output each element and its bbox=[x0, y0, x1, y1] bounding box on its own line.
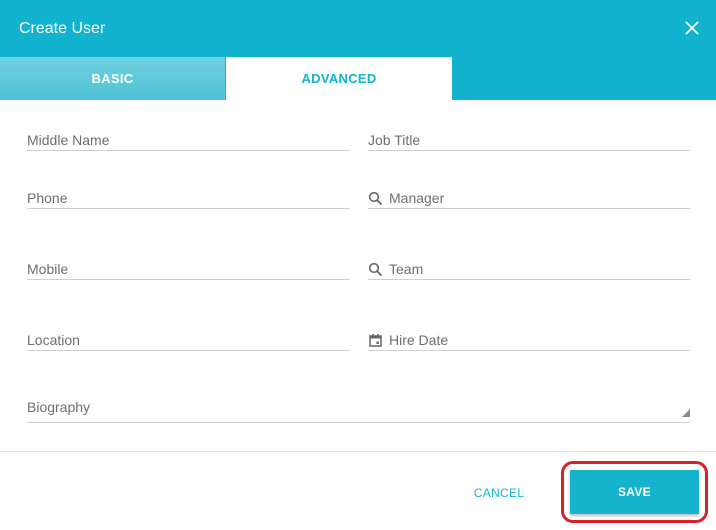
footer-divider bbox=[0, 451, 716, 452]
cancel-button[interactable]: CANCEL bbox=[463, 481, 535, 505]
save-button[interactable]: SAVE bbox=[570, 470, 699, 514]
tab-advanced-label: ADVANCED bbox=[301, 71, 377, 86]
team-label: Team bbox=[389, 261, 424, 277]
hire-date-field[interactable]: Hire Date bbox=[368, 331, 690, 351]
mobile-label: Mobile bbox=[27, 261, 69, 277]
manager-field[interactable]: Manager bbox=[368, 189, 690, 209]
tab-basic[interactable]: BASIC bbox=[0, 57, 225, 100]
biography-textarea[interactable]: Biography bbox=[27, 398, 690, 423]
dialog-header: Create User BASIC ADVANCED bbox=[0, 0, 716, 100]
calendar-icon bbox=[369, 334, 382, 347]
close-icon bbox=[685, 21, 699, 35]
team-field[interactable]: Team bbox=[368, 260, 690, 280]
job-title-label: Job Title bbox=[368, 132, 421, 148]
middle-name-label: Middle Name bbox=[27, 132, 110, 148]
resize-grip-icon[interactable] bbox=[682, 409, 690, 417]
phone-field[interactable]: Phone bbox=[27, 189, 350, 209]
biography-label: Biography bbox=[27, 399, 91, 415]
search-icon bbox=[368, 262, 383, 277]
dialog-title: Create User bbox=[19, 20, 106, 37]
tab-advanced[interactable]: ADVANCED bbox=[226, 57, 452, 100]
search-icon bbox=[368, 191, 383, 206]
job-title-field[interactable]: Job Title bbox=[368, 131, 690, 151]
phone-label: Phone bbox=[27, 190, 68, 206]
tab-basic-label: BASIC bbox=[91, 71, 134, 86]
location-label: Location bbox=[27, 332, 80, 348]
manager-label: Manager bbox=[389, 190, 445, 206]
close-button[interactable] bbox=[681, 17, 703, 39]
location-field[interactable]: Location bbox=[27, 331, 350, 351]
hire-date-label: Hire Date bbox=[389, 332, 449, 348]
middle-name-field[interactable]: Middle Name bbox=[27, 131, 350, 151]
mobile-field[interactable]: Mobile bbox=[27, 260, 350, 280]
